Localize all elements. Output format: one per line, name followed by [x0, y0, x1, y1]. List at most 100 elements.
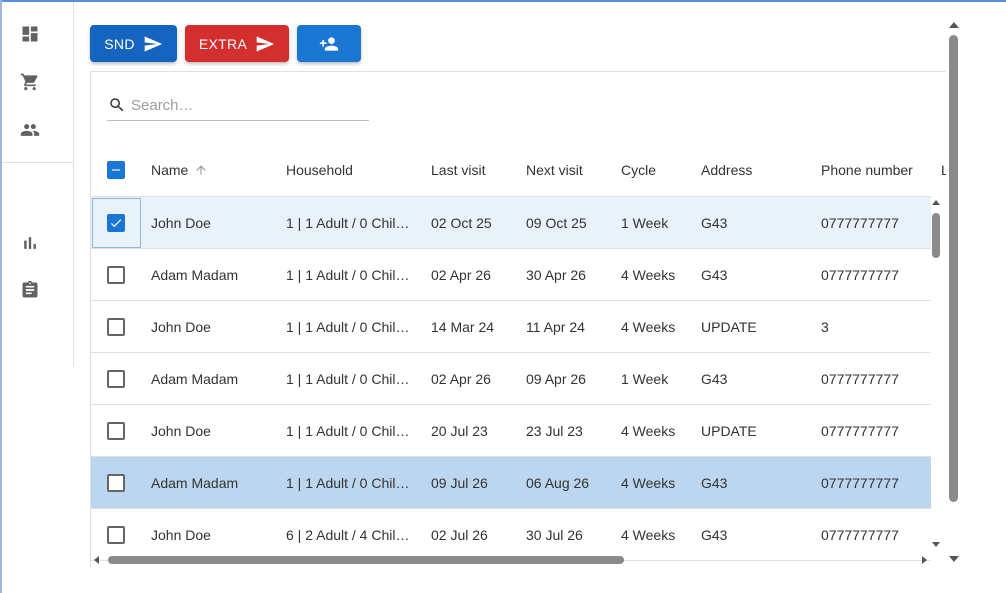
people-icon[interactable] [20, 120, 40, 140]
cell-address: UPDATE [701, 318, 757, 335]
scroll-down-arrow-icon[interactable] [932, 542, 940, 547]
cell-last-visit: 14 Mar 24 [431, 318, 495, 335]
cell-phone: 0777777777 [821, 474, 899, 491]
cell-cycle: 4 Weeks [621, 474, 676, 491]
cell-address: G43 [701, 370, 728, 387]
select-all-checkbox[interactable] [107, 161, 125, 179]
scroll-down-arrow-icon[interactable] [949, 556, 959, 562]
cell-next-visit: 09 Oct 25 [526, 214, 587, 231]
cell-phone: 0777777777 [821, 422, 899, 439]
window-top-border [0, 0, 1006, 2]
scroll-left-arrow-icon[interactable] [94, 556, 99, 564]
search-icon [110, 98, 124, 112]
column-header-last-visit[interactable]: Last visit [431, 144, 521, 196]
column-header-phone[interactable]: Phone number [821, 144, 921, 196]
bar-chart-icon[interactable] [20, 233, 40, 253]
add-person-button[interactable] [297, 25, 361, 62]
cell-household-text: 6 | 2 Adult / 4 Children [286, 526, 410, 543]
cell-cycle: 4 Weeks [621, 266, 676, 283]
column-header-name[interactable]: Name [151, 144, 281, 196]
cell-address: G43 [701, 214, 728, 231]
table-horizontal-scrollbar[interactable] [92, 553, 930, 567]
snd-button-label: SND [104, 35, 135, 52]
column-header-name-label: Name [151, 162, 189, 178]
person-add-icon [319, 36, 339, 51]
cell-last-visit: 20 Jul 23 [431, 422, 488, 439]
column-header-next-visit[interactable]: Next visit [526, 144, 616, 196]
cell-next-visit: 23 Jul 23 [526, 422, 583, 439]
table-vertical-scrollbar[interactable] [930, 198, 944, 550]
cell-cycle: 1 Week [621, 214, 669, 231]
cell-household: 1 | 1 Adult / 0 Children [286, 249, 412, 300]
cell-household: 1 | 1 Adult / 0 Children [286, 457, 412, 508]
scroll-up-arrow-icon[interactable] [932, 200, 940, 205]
cell-name: Adam Madam [151, 474, 239, 491]
table-header-row: Name Household Last visit Next visit Cyc… [91, 144, 946, 197]
cell-name: Adam Madam [151, 266, 239, 283]
cell-household: 1 | 1 Adult / 0 Children [286, 353, 412, 404]
scrollbar-thumb[interactable] [108, 556, 624, 564]
column-header-household[interactable]: Household [286, 144, 412, 196]
cell-phone: 3 [821, 318, 829, 335]
cell-household-text: 1 | 1 Adult / 0 Children [286, 266, 410, 283]
cell-household-text: 1 | 1 Adult / 0 Children [286, 318, 410, 335]
row-checkbox[interactable] [107, 213, 125, 232]
cell-phone: 0777777777 [821, 214, 899, 231]
sidebar [2, 2, 74, 367]
cell-name: John Doe [151, 318, 211, 335]
row-checkbox[interactable] [107, 265, 125, 284]
extra-button-label: EXTRA [198, 35, 248, 52]
scroll-up-arrow-icon[interactable] [949, 22, 959, 28]
sort-ascending-icon[interactable] [194, 163, 208, 177]
snd-button[interactable]: SND [90, 25, 177, 62]
clients-table-panel: Name Household Last visit Next visit Cyc… [90, 71, 946, 567]
cell-household-text: 1 | 1 Adult / 0 Children [286, 370, 410, 387]
cell-last-visit: 02 Apr 26 [431, 370, 491, 387]
cell-cycle: 4 Weeks [621, 318, 676, 335]
clients-table: Name Household Last visit Next visit Cyc… [91, 144, 946, 561]
row-checkbox[interactable] [107, 473, 125, 492]
row-checkbox[interactable] [107, 525, 125, 544]
assignment-icon[interactable] [20, 280, 40, 300]
cell-household-text: 1 | 1 Adult / 0 Children [286, 422, 410, 439]
search-input[interactable] [131, 94, 361, 116]
cell-phone: 0777777777 [821, 266, 899, 283]
cell-next-visit: 06 Aug 26 [526, 474, 590, 491]
column-header-address[interactable]: Address [701, 144, 816, 196]
row-checkbox[interactable] [107, 317, 125, 336]
extra-button[interactable]: EXTRA [185, 25, 289, 62]
shopping-cart-icon[interactable] [20, 72, 40, 92]
row-checkbox[interactable] [107, 369, 125, 388]
cell-name: John Doe [151, 214, 211, 231]
column-header-cycle[interactable]: Cycle [621, 144, 696, 196]
scrollbar-thumb[interactable] [949, 35, 958, 502]
cell-address: UPDATE [701, 422, 757, 439]
cell-cycle: 4 Weeks [621, 422, 676, 439]
page-vertical-scrollbar[interactable] [947, 20, 961, 565]
table-row[interactable]: Adam Madam 1 | 1 Adult / 0 Children 09 J… [91, 457, 931, 509]
table-row[interactable]: John Doe 1 | 1 Adult / 0 Children 02 Oct… [91, 197, 931, 249]
cell-last-visit: 02 Apr 26 [431, 266, 491, 283]
row-checkbox[interactable] [107, 421, 125, 440]
table-row[interactable]: John Doe 1 | 1 Adult / 0 Children 20 Jul… [91, 405, 931, 457]
dashboard-icon[interactable] [20, 24, 40, 44]
cell-name: John Doe [151, 422, 211, 439]
cell-household: 1 | 1 Adult / 0 Children [286, 405, 412, 456]
send-icon [144, 36, 162, 51]
sidebar-divider [2, 162, 73, 163]
cell-last-visit: 02 Oct 25 [431, 214, 492, 231]
cell-address: G43 [701, 266, 728, 283]
scrollbar-thumb[interactable] [932, 213, 940, 258]
cell-next-visit: 30 Apr 26 [526, 266, 586, 283]
cell-phone: 0777777777 [821, 370, 899, 387]
column-header-truncated[interactable]: L [941, 144, 946, 196]
table-row[interactable]: Adam Madam 1 | 1 Adult / 0 Children 02 A… [91, 353, 931, 405]
table-row[interactable]: John Doe 1 | 1 Adult / 0 Children 14 Mar… [91, 301, 931, 353]
send-icon [256, 36, 275, 51]
scroll-right-arrow-icon[interactable] [922, 556, 927, 564]
table-row[interactable]: Adam Madam 1 | 1 Adult / 0 Children 02 A… [91, 249, 931, 301]
cell-name: Adam Madam [151, 370, 239, 387]
cell-address: G43 [701, 474, 728, 491]
cell-next-visit: 11 Apr 24 [526, 318, 585, 335]
cell-household: 1 | 1 Adult / 0 Children [286, 197, 412, 248]
